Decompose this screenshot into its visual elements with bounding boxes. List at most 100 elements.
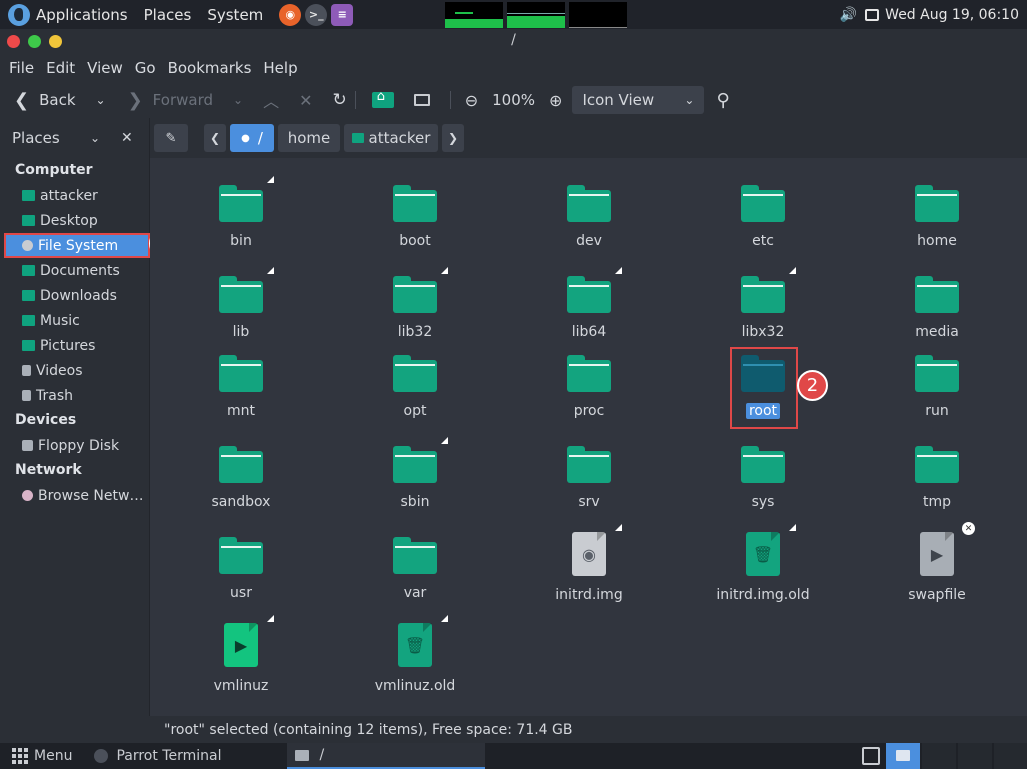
file-item-vmlinuz[interactable]: ▶ vmlinuz — [171, 615, 311, 699]
computer-icon[interactable] — [413, 94, 430, 106]
menu-edit[interactable]: Edit — [46, 59, 75, 77]
file-item-run[interactable]: run — [867, 346, 1007, 426]
breadcrumb-root[interactable]: ● / — [230, 124, 274, 152]
file-item-lib64[interactable]: lib64 — [519, 267, 659, 347]
zoom-level[interactable]: 100% — [492, 91, 535, 109]
workspace-icon[interactable] — [862, 747, 880, 765]
menu-button[interactable]: Menu — [0, 748, 72, 764]
file-item-usr[interactable]: usr — [171, 528, 311, 608]
file-item-sys[interactable]: sys — [693, 437, 833, 517]
search-icon[interactable]: ⚲ — [716, 90, 729, 111]
file-item-bin[interactable]: bin — [171, 176, 311, 256]
file-item-initrd-img-old[interactable]: 🗑 initrd.img.old — [693, 524, 833, 608]
file-item-proc[interactable]: proc — [519, 346, 659, 426]
taskbar-parrot-terminal[interactable]: Parrot Terminal — [94, 748, 221, 764]
folder-icon — [741, 446, 785, 483]
window-titlebar[interactable]: / — [0, 29, 1027, 54]
menu-bookmarks[interactable]: Bookmarks — [168, 59, 252, 77]
reload-icon[interactable]: ↻ — [332, 90, 346, 110]
back-history-dropdown-icon[interactable]: ⌄ — [96, 93, 106, 107]
file-item-lib[interactable]: lib — [171, 267, 311, 347]
file-item-initrd-img[interactable]: ◉ initrd.img — [519, 524, 659, 608]
file-view[interactable]: 🗑 vmlinuz.old ▶ vmlinuz ▶ ✕ swapfile 🗑 initrd.im… — [150, 158, 1027, 716]
system-menu[interactable]: System — [207, 6, 263, 24]
places-menu[interactable]: Places — [144, 6, 192, 24]
view-mode-select[interactable]: Icon View ⌄ — [572, 86, 705, 114]
workspace-4[interactable] — [994, 743, 1027, 769]
forward-button[interactable]: ❯ Forward — [128, 90, 213, 111]
taskbar-file-manager[interactable]: / — [287, 743, 486, 769]
file-item-sandbox[interactable]: sandbox — [171, 437, 311, 517]
file-item-tmp[interactable]: tmp — [867, 437, 1007, 517]
chevron-down-icon[interactable]: ⌄ — [90, 131, 100, 145]
volume-icon[interactable]: 🔊 — [840, 7, 857, 23]
sidebar-item-videos[interactable]: Videos — [0, 358, 149, 383]
sidebar-item-downloads[interactable]: Downloads — [0, 283, 149, 308]
breadcrumb-attacker[interactable]: attacker — [344, 124, 438, 152]
display-icon[interactable] — [865, 8, 880, 21]
home-icon[interactable] — [371, 89, 394, 108]
zoom-in-icon[interactable]: ⊕ — [549, 91, 562, 110]
close-sidebar-icon[interactable]: ✕ — [121, 130, 133, 146]
chevron-right-icon: ❯ — [127, 89, 143, 111]
menu-file[interactable]: File — [9, 59, 34, 77]
text-editor-launcher-icon[interactable]: ≡ — [331, 3, 354, 26]
stop-icon[interactable]: ✕ — [299, 91, 312, 110]
sidebar-item-label: File System — [38, 237, 119, 254]
sidebar-category-computer: Computer — [15, 162, 93, 178]
sidebar-item-browse-network[interactable]: Browse Netw… — [0, 483, 149, 508]
path-scroll-left-button[interactable]: ❮ — [204, 124, 226, 152]
sidebar-item-floppy-disk[interactable]: Floppy Disk — [0, 433, 149, 458]
sidebar-item-attacker[interactable]: attacker — [0, 183, 149, 208]
folder-icon — [567, 185, 611, 222]
file-item-lib32[interactable]: lib32 — [345, 267, 485, 347]
file-item-var[interactable]: var — [345, 528, 485, 608]
folder-icon — [896, 750, 910, 761]
back-button[interactable]: ❮ Back — [14, 90, 76, 111]
file-item-vmlinuz-old[interactable]: 🗑 vmlinuz.old — [345, 615, 485, 699]
workspace-2[interactable] — [922, 743, 956, 769]
sidebar-item-desktop[interactable]: Desktop — [0, 208, 149, 233]
workspace-1[interactable] — [886, 743, 920, 769]
breadcrumb-label: / — [257, 129, 263, 147]
file-item-sbin[interactable]: sbin — [345, 437, 485, 517]
parrot-logo-icon[interactable] — [8, 3, 30, 26]
forward-history-dropdown-icon[interactable]: ⌄ — [233, 93, 243, 107]
up-icon[interactable]: ︿ — [263, 88, 279, 112]
sidebar-header[interactable]: Places ⌄ ✕ — [0, 118, 149, 158]
file-item-opt[interactable]: opt — [345, 346, 485, 426]
file-name: lib32 — [397, 324, 433, 340]
file-item-mnt[interactable]: mnt — [171, 346, 311, 426]
file-item-dev[interactable]: dev — [519, 176, 659, 256]
file-item-libx32[interactable]: libx32 — [693, 267, 833, 347]
applications-menu[interactable]: Applications — [36, 6, 128, 24]
breadcrumb-home[interactable]: home — [278, 124, 340, 152]
folder-icon — [295, 749, 310, 761]
menu-view[interactable]: View — [87, 59, 123, 77]
sidebar-item-documents[interactable]: Documents — [0, 258, 149, 283]
workspace-3[interactable] — [958, 743, 992, 769]
sidebar-item-file-system[interactable]: File System — [4, 233, 150, 258]
menu-go[interactable]: Go — [135, 59, 156, 77]
terminal-launcher-icon[interactable]: >_ — [305, 3, 328, 26]
symlink-emblem-icon — [615, 524, 622, 531]
sidebar-item-trash[interactable]: Trash — [0, 383, 149, 408]
zoom-out-icon[interactable]: ⊖ — [465, 91, 478, 110]
toggle-location-entry-button[interactable]: ✎ — [154, 124, 188, 152]
sidebar-item-pictures[interactable]: Pictures — [0, 333, 149, 358]
sidebar-item-music[interactable]: Music — [0, 308, 149, 333]
path-scroll-right-button[interactable]: ❯ — [442, 124, 464, 152]
file-item-home[interactable]: home — [867, 176, 1007, 256]
file-item-srv[interactable]: srv — [519, 437, 659, 517]
file-item-swapfile[interactable]: ▶ ✕ swapfile — [867, 522, 1007, 608]
file-item-media[interactable]: media — [867, 267, 1007, 347]
videos-icon — [22, 365, 31, 376]
sidebar-item-label: Documents — [40, 262, 120, 279]
clock[interactable]: Wed Aug 19, 06:10 — [885, 7, 1019, 23]
system-monitor[interactable] — [445, 1, 631, 28]
folder-icon — [915, 355, 959, 392]
menu-help[interactable]: Help — [263, 59, 297, 77]
file-item-etc[interactable]: etc — [693, 176, 833, 256]
firefox-launcher-icon[interactable]: ◉ — [279, 3, 302, 26]
file-item-boot[interactable]: boot — [345, 176, 485, 256]
